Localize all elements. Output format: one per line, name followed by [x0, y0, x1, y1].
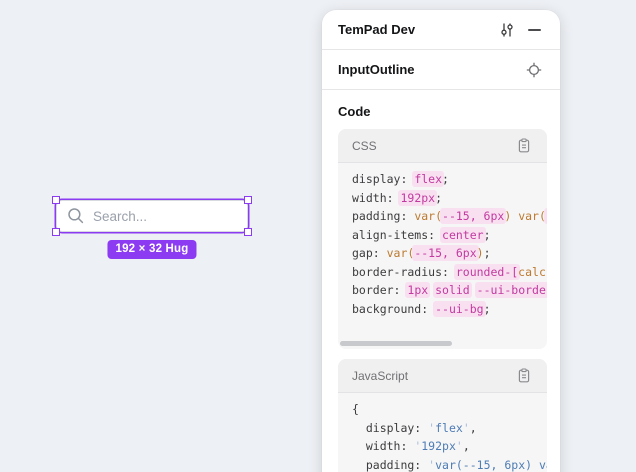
selection-handle-top-left[interactable] [52, 196, 60, 204]
tempad-dev-panel: TemPad Dev InputOutline [322, 10, 560, 472]
code-block-css-header: CSS [338, 129, 547, 163]
target-icon [526, 62, 542, 78]
clipboard-icon [517, 368, 531, 383]
code-line: display: 'flex', [352, 419, 547, 438]
js-code-area[interactable]: { display: 'flex', width: '192px', paddi… [338, 393, 547, 472]
code-block-css-label: CSS [352, 139, 513, 153]
selected-node-row: InputOutline [322, 50, 560, 90]
code-line: border-radius: rounded-[calc(var(--15, 6… [352, 263, 547, 282]
selection-handle-bottom-left[interactable] [52, 228, 60, 236]
minimize-icon [528, 29, 541, 31]
code-line: padding: var(--15, 6px) var(--15, 6px); [352, 207, 547, 226]
size-badge: 192 × 32 Hug [107, 240, 196, 259]
panel-title: TemPad Dev [338, 22, 496, 37]
code-block-js-label: JavaScript [352, 369, 513, 383]
search-input-frame[interactable] [56, 200, 248, 232]
code-block-css: CSS display: flex;width: 192px;padding: … [338, 129, 547, 349]
minimize-button[interactable] [523, 19, 545, 41]
code-line: gap: var(--15, 6px); [352, 244, 547, 263]
code-line: border: 1px solid --ui-border-color; [352, 281, 547, 300]
code-line: padding: 'var(--15, 6px) var(--15, 6px)'… [352, 456, 547, 472]
sliders-icon [499, 22, 515, 38]
selection-handle-top-right[interactable] [244, 196, 252, 204]
horizontal-scrollbar-thumb[interactable] [340, 341, 452, 346]
figma-canvas: 192 × 32 Hug TemPad Dev InputOutline [0, 0, 636, 472]
code-block-js-header: JavaScript [338, 359, 547, 393]
search-input[interactable] [85, 209, 247, 224]
css-code-area[interactable]: display: flex;width: 192px;padding: var(… [338, 163, 547, 349]
code-line: { [352, 400, 547, 419]
search-icon [67, 207, 85, 225]
selection-handle-bottom-right[interactable] [244, 228, 252, 236]
selected-node-name: InputOutline [338, 62, 523, 77]
copy-css-button[interactable] [513, 135, 535, 157]
copy-js-button[interactable] [513, 365, 535, 387]
locate-node-button[interactable] [523, 59, 545, 81]
code-section-title: Code [338, 104, 544, 119]
code-block-js: JavaScript { display: 'flex', width: '19… [338, 359, 547, 472]
code-line: width: '192px', [352, 437, 547, 456]
clipboard-icon [517, 138, 531, 153]
code-line: display: flex; [352, 170, 547, 189]
panel-header: TemPad Dev [322, 10, 560, 50]
code-line: background: --ui-bg; [352, 300, 547, 319]
code-line: align-items: center; [352, 226, 547, 245]
code-line: width: 192px; [352, 189, 547, 208]
settings-button[interactable] [496, 19, 518, 41]
